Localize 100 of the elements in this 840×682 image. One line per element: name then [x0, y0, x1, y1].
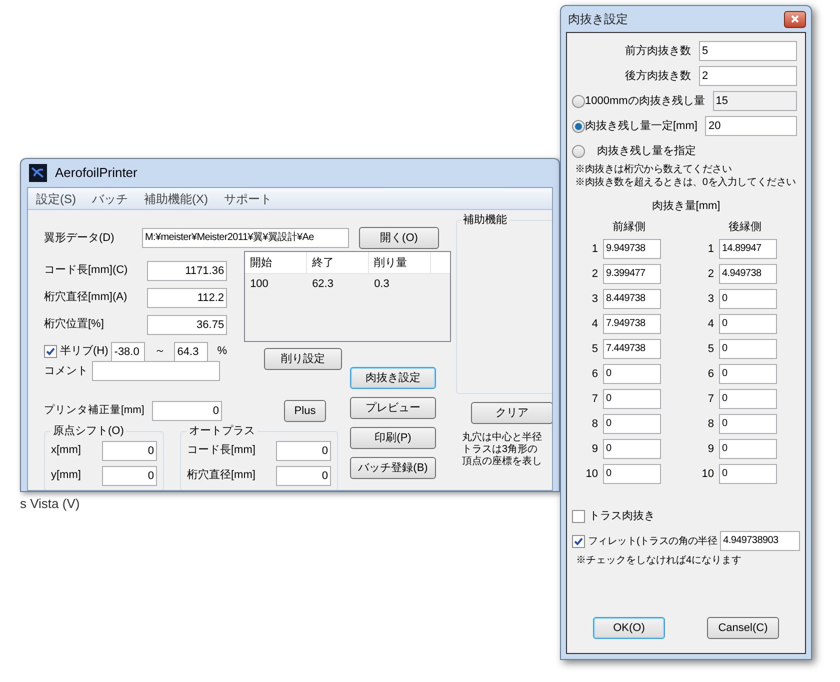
amount-field[interactable]: 0	[719, 364, 777, 384]
label: x[mm]	[51, 443, 81, 458]
table-cell-text: 62.3	[311, 277, 334, 292]
dialog-button[interactable]: OK(O)	[593, 617, 665, 639]
cut-settings-button[interactable]: 削り設定	[264, 348, 342, 370]
amount-field[interactable]: 0	[719, 339, 777, 359]
amount-field[interactable]: 8.449738	[603, 289, 661, 309]
amount-field[interactable]: 9.399477	[603, 264, 661, 284]
amount-field[interactable]: 0	[603, 464, 661, 484]
amount-field[interactable]: 4.949738	[719, 264, 777, 284]
row-number: 9	[706, 442, 714, 457]
text-field[interactable]: 64.3	[174, 342, 208, 362]
checkmark-icon	[46, 347, 55, 356]
background-text: s Vista (V)	[20, 495, 80, 513]
column-title: 後縁側	[728, 220, 762, 234]
amount-field[interactable]: 0	[719, 439, 777, 459]
count-field[interactable]: 2	[699, 66, 797, 86]
note-text: 丸穴は中心と半径	[462, 432, 543, 444]
row-number: 8	[706, 416, 714, 432]
note-text: ※チェックをしなければ4になります	[576, 554, 743, 568]
text-field[interactable]: 0	[276, 440, 331, 460]
text-field[interactable]: -38.0	[111, 342, 146, 362]
window-title: AerofoilPrinter	[55, 164, 138, 182]
action-button[interactable]: 肉抜き設定	[350, 367, 436, 389]
action-button[interactable]: バッチ登録(B)	[350, 457, 436, 479]
label: 半リブ(H)	[60, 344, 108, 360]
table-cell-text: 100	[249, 277, 270, 292]
row-number: 1	[590, 242, 598, 257]
radio-button[interactable]	[572, 120, 585, 132]
row-number: 6	[706, 366, 714, 382]
close-button[interactable]	[784, 10, 806, 28]
row-number: 1	[706, 242, 714, 257]
column-header[interactable]: 開始	[245, 252, 308, 273]
note-text: 頂点の座標を表し	[462, 456, 543, 468]
menu-item[interactable]: 補助機能(X)	[144, 190, 208, 208]
text-field[interactable]: 0	[276, 466, 331, 486]
label: 1000mmの肉抜き残し量	[585, 94, 705, 107]
label: ～	[154, 344, 166, 360]
label: 翼形データ(D)	[44, 230, 116, 246]
text-field[interactable]: 36.75	[147, 314, 228, 334]
row-number: 5	[706, 342, 714, 357]
amount-field[interactable]: 7.949738	[603, 314, 661, 334]
amount-field[interactable]: 0	[603, 414, 661, 434]
amount-field[interactable]: 0	[603, 364, 661, 384]
clear-button[interactable]: クリア	[471, 402, 552, 424]
action-button[interactable]: 印刷(P)	[350, 427, 436, 449]
row-number: 2	[706, 266, 714, 282]
label: 肉抜き残し量一定[mm]	[585, 120, 698, 132]
row-number: 6	[590, 366, 598, 382]
row-number: 3	[706, 292, 714, 307]
column-title: 前縁側	[612, 220, 646, 234]
text-field[interactable]: 1171.36	[147, 260, 228, 280]
text-field[interactable]: 0	[102, 466, 157, 486]
label: フィレット(トラスの角の半径	[588, 534, 718, 548]
column-header[interactable]: 削り量	[369, 252, 432, 273]
radio-button[interactable]	[572, 144, 585, 158]
text-field[interactable]: 0	[102, 440, 157, 460]
label: 後方肉抜き数	[625, 68, 691, 84]
label: 肉抜き残し量を指定	[597, 144, 696, 157]
checkbox[interactable]	[44, 345, 57, 358]
text-field[interactable]: 0	[152, 401, 222, 421]
label: 桁穴直径[mm]	[187, 468, 256, 484]
checkbox[interactable]	[572, 510, 585, 522]
file-path-field[interactable]: M:¥meister¥Meister2011¥翼¥翼設計¥Ae	[142, 228, 349, 248]
menu-item[interactable]: バッチ	[92, 190, 128, 208]
column-header[interactable]: 終了	[307, 252, 370, 273]
note-text: ※肉抜きは桁穴から数えてください	[575, 163, 732, 176]
checkbox[interactable]	[572, 534, 585, 548]
dialog-button[interactable]: Cansel(C)	[707, 617, 779, 639]
dialog-title: 肉抜き設定	[568, 11, 628, 28]
row-number: 7	[706, 392, 714, 407]
menu-item[interactable]: 設定(S)	[36, 190, 76, 208]
amount-field[interactable]: 0	[603, 389, 661, 409]
row-number: 4	[706, 316, 714, 332]
comment-field[interactable]	[92, 361, 220, 381]
count-field[interactable]: 5	[699, 41, 797, 61]
amount-field[interactable]: 7.449738	[603, 339, 661, 359]
action-button[interactable]: プレビュー	[350, 397, 436, 419]
row-number: 10	[584, 466, 598, 482]
plus-button[interactable]: Plus	[284, 400, 326, 422]
amount-field[interactable]: 0	[719, 314, 777, 334]
menu-item[interactable]: サポート	[224, 190, 272, 208]
label: 桁穴直径[mm](A)	[44, 290, 128, 306]
label: 桁穴位置[%]	[44, 316, 104, 332]
amount-field[interactable]: 0	[719, 414, 777, 434]
section-title: 肉抜き量[mm]	[652, 199, 720, 214]
amount-field[interactable]: 0	[719, 389, 777, 409]
close-icon	[791, 15, 799, 23]
amount-field[interactable]: 0	[719, 464, 777, 484]
text-field[interactable]: 20	[705, 116, 797, 136]
amount-field[interactable]: 0	[719, 289, 777, 309]
amount-field[interactable]: 9.949738	[603, 239, 661, 259]
open-button[interactable]: 開く(O)	[359, 227, 439, 249]
row-number: 10	[700, 466, 714, 482]
amount-field[interactable]: 14.89947	[719, 239, 777, 259]
fillet-radius-field[interactable]: 4.949738903	[720, 531, 800, 551]
row-number: 4	[590, 316, 598, 332]
label: y[mm]	[51, 468, 81, 484]
amount-field[interactable]: 0	[603, 439, 661, 459]
text-field[interactable]: 112.2	[147, 288, 228, 308]
